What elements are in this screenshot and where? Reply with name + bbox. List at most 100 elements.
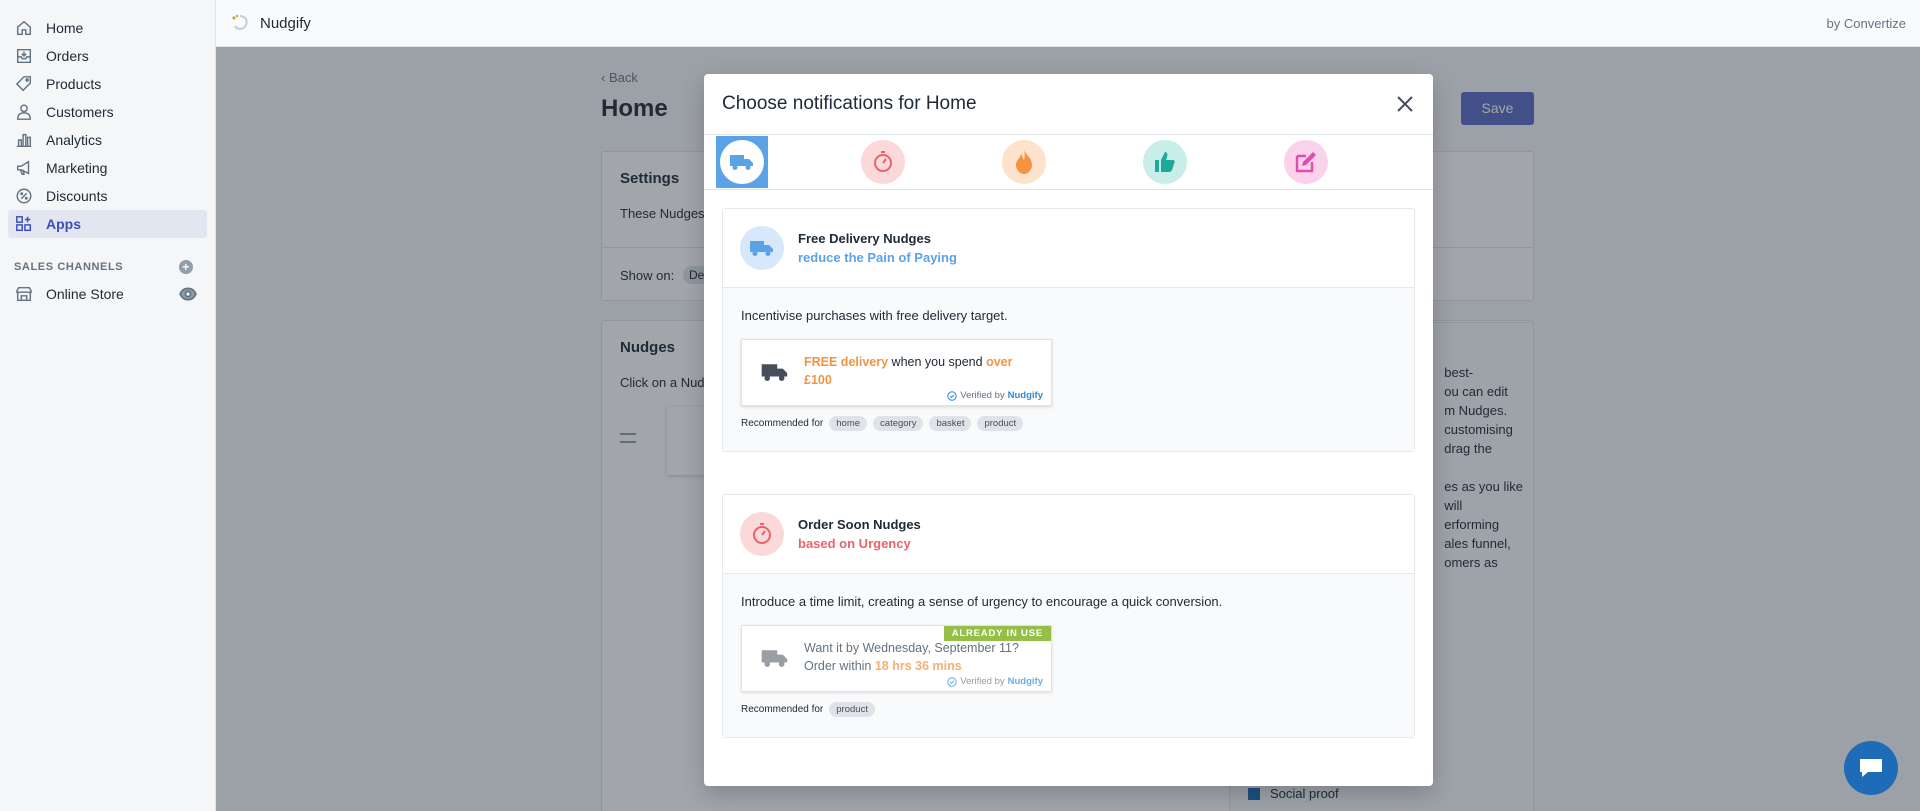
sidebar-item-marketing[interactable]: Marketing (8, 154, 207, 182)
preview-highlight: FREE delivery (804, 355, 889, 369)
sales-channels-header: SALES CHANNELS + (14, 260, 193, 274)
sidebar-item-analytics[interactable]: Analytics (8, 126, 207, 154)
nudge-card-title: Free Delivery Nudges (798, 231, 931, 246)
apps-icon (14, 214, 34, 234)
already-in-use-badge: ALREADY IN USE (943, 626, 1051, 641)
truck-icon (761, 650, 788, 667)
verified-label: Verified by (960, 676, 1005, 687)
sidebar-item-customers[interactable]: Customers (8, 98, 207, 126)
nudge-card-header: Order Soon Nudges based on Urgency (723, 495, 1414, 574)
category-tabs (704, 135, 1433, 190)
sales-channels-label: SALES CHANNELS (14, 261, 124, 273)
check-circle-icon (947, 676, 957, 687)
recommended-label: Recommended for (741, 418, 824, 429)
app-name: Nudgify (260, 14, 311, 32)
home-icon (14, 18, 34, 38)
sidebar-item-label: Customers (46, 104, 114, 120)
store-icon (14, 284, 34, 304)
check-circle-icon (947, 390, 957, 401)
close-icon[interactable] (1395, 94, 1415, 114)
page-chip: home (829, 416, 868, 431)
sidebar-item-label: Discounts (46, 188, 108, 204)
sidebar-item-products[interactable]: Products (8, 70, 207, 98)
recommended-label: Recommended for (741, 704, 824, 715)
sidebar-item-label: Apps (46, 216, 81, 232)
sidebar-item-label: Analytics (46, 132, 103, 148)
preview-text: Want it by Wednesday, September 11? Orde… (804, 639, 1039, 675)
choose-notifications-modal: Choose notifications for Home Free Deliv… (704, 74, 1433, 786)
truck-icon (730, 155, 753, 170)
sidebar-item-label: Home (46, 20, 84, 36)
nudge-card-subtitle: reduce the Pain of Paying (798, 250, 957, 265)
nudge-card-title: Order Soon Nudges (798, 517, 921, 532)
tab-urgency-circle (861, 140, 905, 184)
nudge-card-header: Free Delivery Nudges reduce the Pain of … (723, 209, 1414, 288)
orders-icon (14, 46, 34, 66)
preview-highlight: 18 hrs 36 mins (874, 659, 962, 673)
verified-label: Verified by (960, 390, 1005, 401)
nudge-card-body: Incentivise purchases with free delivery… (723, 288, 1414, 451)
tab-delivery-circle (720, 140, 764, 184)
fire-icon (1016, 150, 1032, 174)
preview-plain: when you spend (888, 355, 987, 369)
page-chip: basket (929, 416, 972, 431)
tab-social-proof-circle (1143, 140, 1187, 184)
stopwatch-icon (753, 523, 771, 544)
page-chip: category (873, 416, 924, 431)
nudge-category-icon (740, 512, 784, 556)
nudge-category-icon (740, 226, 784, 270)
page-chip: product (977, 416, 1024, 431)
tab-hot-circle (1002, 140, 1046, 184)
nudge-card-subtitle: based on Urgency (798, 536, 911, 551)
nudge-description: Introduce a time limit, creating a sense… (741, 594, 1223, 609)
bar-chart-icon (14, 130, 34, 150)
sidebar-item-label: Orders (46, 48, 89, 64)
tab-custom-circle (1284, 140, 1328, 184)
order-soon-nudge-card[interactable]: Order Soon Nudges based on Urgency Intro… (722, 494, 1415, 738)
truck-icon (761, 364, 788, 381)
nudge-card-body: Introduce a time limit, creating a sense… (723, 574, 1414, 737)
by-convertize[interactable]: by Convertize (1827, 16, 1906, 31)
nudge-preview[interactable]: ALREADY IN USE Want it by Wednesday, Sep… (741, 625, 1052, 692)
sidebar-item-orders[interactable]: Orders (8, 42, 207, 70)
modal-body: Free Delivery Nudges reduce the Pain of … (704, 190, 1433, 738)
preview-text: FREE delivery when you spend over £100 (804, 353, 1039, 389)
eye-icon[interactable] (179, 285, 197, 303)
recommended-for: Recommended for product (741, 702, 1396, 717)
verified-brand: Nudgify (1007, 390, 1043, 401)
modal-title: Choose notifications for Home (722, 93, 977, 114)
tab-custom[interactable] (1280, 136, 1332, 188)
free-delivery-nudge-card[interactable]: Free Delivery Nudges reduce the Pain of … (722, 208, 1415, 452)
person-icon (14, 102, 34, 122)
sidebar-item-label: Products (46, 76, 102, 92)
megaphone-icon (14, 158, 34, 178)
verified-brand: Nudgify (1007, 676, 1043, 687)
thumbs-up-icon (1155, 152, 1175, 172)
modal-header: Choose notifications for Home (704, 74, 1433, 135)
sidebar-item-home[interactable]: Home (8, 14, 207, 42)
chat-icon (1860, 759, 1882, 777)
edit-icon (1295, 152, 1316, 173)
nudgify-logo-icon (232, 14, 248, 30)
verified-by: Verified by Nudgify (947, 390, 1043, 401)
tab-social-proof[interactable] (1139, 136, 1191, 188)
truck-icon (750, 241, 773, 256)
tab-urgency[interactable] (857, 136, 909, 188)
tag-icon (14, 74, 34, 94)
nudge-preview[interactable]: FREE delivery when you spend over £100 V… (741, 339, 1052, 406)
sidebar-item-apps[interactable]: Apps (8, 210, 207, 238)
sidebar-item-label: Online Store (46, 286, 124, 302)
tab-delivery[interactable] (716, 136, 768, 188)
stopwatch-icon (874, 151, 892, 172)
discount-icon (14, 186, 34, 206)
add-channel-icon[interactable]: + (179, 260, 193, 274)
nudge-description: Incentivise purchases with free delivery… (741, 308, 1008, 323)
sidebar: Home Orders Products Customers Analytics… (0, 0, 216, 811)
chat-button[interactable] (1844, 741, 1898, 795)
sidebar-item-online-store[interactable]: Online Store (8, 280, 207, 308)
tab-hot[interactable] (998, 136, 1050, 188)
sidebar-item-discounts[interactable]: Discounts (8, 182, 207, 210)
recommended-for: Recommended for home category basket pro… (741, 416, 1396, 431)
verified-by: Verified by Nudgify (947, 676, 1043, 687)
sidebar-item-label: Marketing (46, 160, 108, 176)
